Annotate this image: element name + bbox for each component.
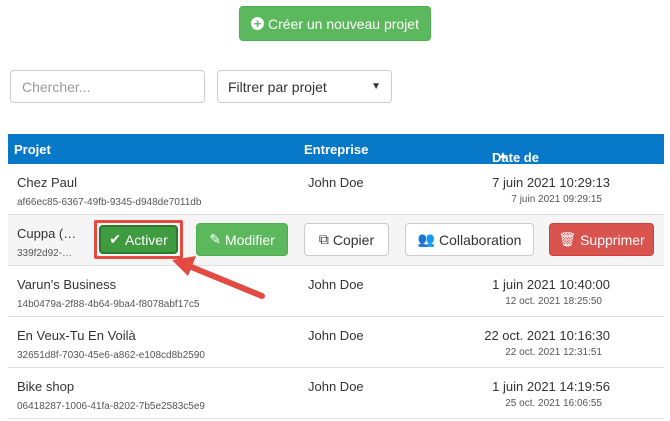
project-name: Cuppa (…: [17, 226, 77, 241]
project-company: John Doe: [308, 277, 364, 292]
table-row[interactable]: En Veux-Tu En Voilà 32651d8f-7030-45e6-a…: [8, 317, 664, 368]
trash-icon: 🗑: [558, 231, 577, 247]
project-name: Varun's Business: [17, 277, 117, 292]
project-name: En Veux-Tu En Voilà: [17, 328, 136, 343]
copy-label: Copier: [332, 231, 375, 248]
copy-button[interactable]: ⧉ Copier: [304, 223, 389, 256]
copy-icon: ⧉: [318, 231, 329, 247]
create-project-button[interactable]: + Créer un nouveau projet: [239, 6, 431, 41]
table-row[interactable]: Bike shop 06418287-1006-41fa-8202-7b5e25…: [8, 368, 664, 419]
project-id: af66ec85-6367-49fb-9345-d948de7011db: [17, 197, 202, 208]
project-name: Chez Paul: [17, 175, 77, 190]
project-company: John Doe: [308, 379, 364, 394]
chevron-down-icon: ▼: [371, 81, 381, 92]
collaboration-button[interactable]: 👥 Collaboration: [405, 223, 534, 256]
table-row[interactable]: Chez Paul af66ec85-6367-49fb-9345-d948de…: [8, 164, 664, 215]
project-company: John Doe: [308, 175, 364, 190]
header-project: Projet: [14, 142, 51, 157]
annotation-arrow-icon: [172, 256, 265, 299]
project-company: John Doe: [308, 328, 364, 343]
project-date-secondary: 22 oct. 2021 12:31:51: [505, 347, 602, 358]
project-filter-select[interactable]: Filtrer par projet ▼: [217, 70, 392, 103]
delete-label: Supprimer: [580, 231, 645, 248]
table-header: Projet Entreprise Date de création ▲: [8, 134, 664, 180]
collaboration-label: Collaboration: [438, 231, 522, 248]
edit-label: Modifier: [224, 231, 275, 248]
project-name: Bike shop: [17, 379, 75, 394]
plus-circle-icon: +: [251, 17, 264, 30]
project-id: 339f2d92-…: [17, 248, 73, 259]
delete-button[interactable]: 🗑 Supprimer: [549, 223, 654, 256]
header-company: Entreprise: [304, 142, 369, 157]
projects-table: Projet Entreprise Date de création ▲ Chez…: [8, 134, 664, 419]
project-date-secondary: 7 juin 2021 09:29:15: [511, 194, 602, 205]
project-id: 32651d8f-7030-45e6-a862-e108cd8b2590: [17, 350, 205, 361]
project-date: 22 oct. 2021 10:16:30: [484, 328, 610, 343]
create-project-label: Créer un nouveau projet: [268, 15, 419, 32]
project-date: 1 juin 2021 14:19:56: [492, 379, 610, 394]
project-date: 7 juin 2021 10:29:13: [492, 175, 610, 190]
project-date-secondary: 12 oct. 2021 18:25:50: [505, 296, 602, 307]
table-row[interactable]: Varun's Business 14b0479a-2f88-4b64-9ba4…: [8, 266, 664, 317]
pencil-icon: ✎: [209, 231, 221, 247]
activate-button[interactable]: ✔ Activer: [99, 225, 178, 254]
filter-selected-value: Filtrer par projet: [228, 78, 327, 95]
project-id: 06418287-1006-41fa-8202-7b5e2583c5e9: [17, 401, 205, 412]
users-icon: 👥: [417, 231, 435, 247]
table-row[interactable]: Cuppa (… 339f2d92-… ✔ Activer ✎ Modifier…: [8, 215, 664, 266]
project-date: 1 juin 2021 10:40:00: [492, 277, 610, 292]
project-date-secondary: 25 oct. 2021 16:06:55: [505, 398, 602, 409]
activate-label: Activer: [124, 231, 168, 248]
check-icon: ✔: [109, 231, 121, 247]
sort-asc-icon: ▲: [498, 150, 508, 161]
search-input[interactable]: [10, 70, 205, 103]
